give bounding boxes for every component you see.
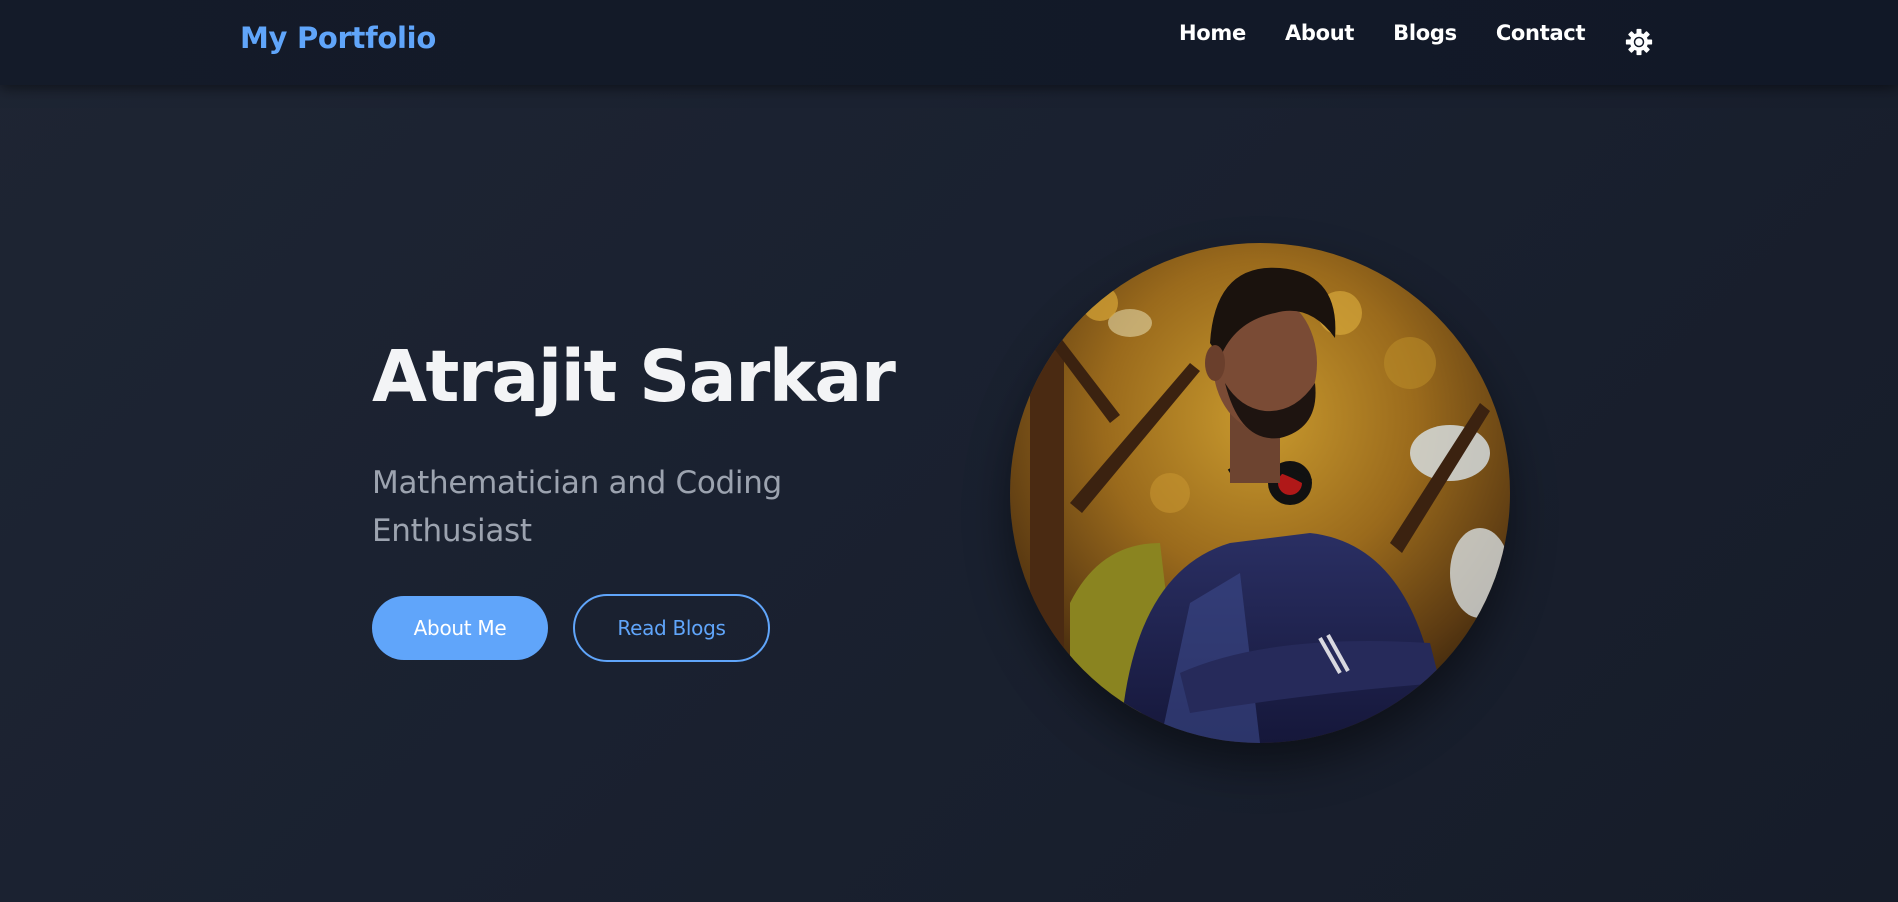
hero-name: Atrajit Sarkar (372, 335, 896, 418)
read-blogs-button[interactable]: Read Blogs (573, 594, 770, 662)
nav-link-contact[interactable]: Contact (1496, 21, 1586, 45)
profile-photo (1010, 243, 1510, 743)
nav-link-about[interactable]: About (1285, 21, 1355, 45)
nav-links: Home About Blogs Contact (1179, 21, 1586, 45)
hero-subtitle: Mathematician and Coding Enthusiast (372, 465, 782, 549)
gear-icon (1625, 28, 1653, 56)
nav-link-blogs[interactable]: Blogs (1393, 21, 1457, 45)
brand-logo-link[interactable]: My Portfolio (240, 21, 436, 55)
portrait-photo (1010, 243, 1510, 743)
navbar: My Portfolio Home About Blogs Contact (0, 0, 1898, 85)
nav-link-home[interactable]: Home (1179, 21, 1246, 45)
about-me-button[interactable]: About Me (372, 596, 548, 660)
theme-toggle-button[interactable] (1624, 27, 1654, 57)
